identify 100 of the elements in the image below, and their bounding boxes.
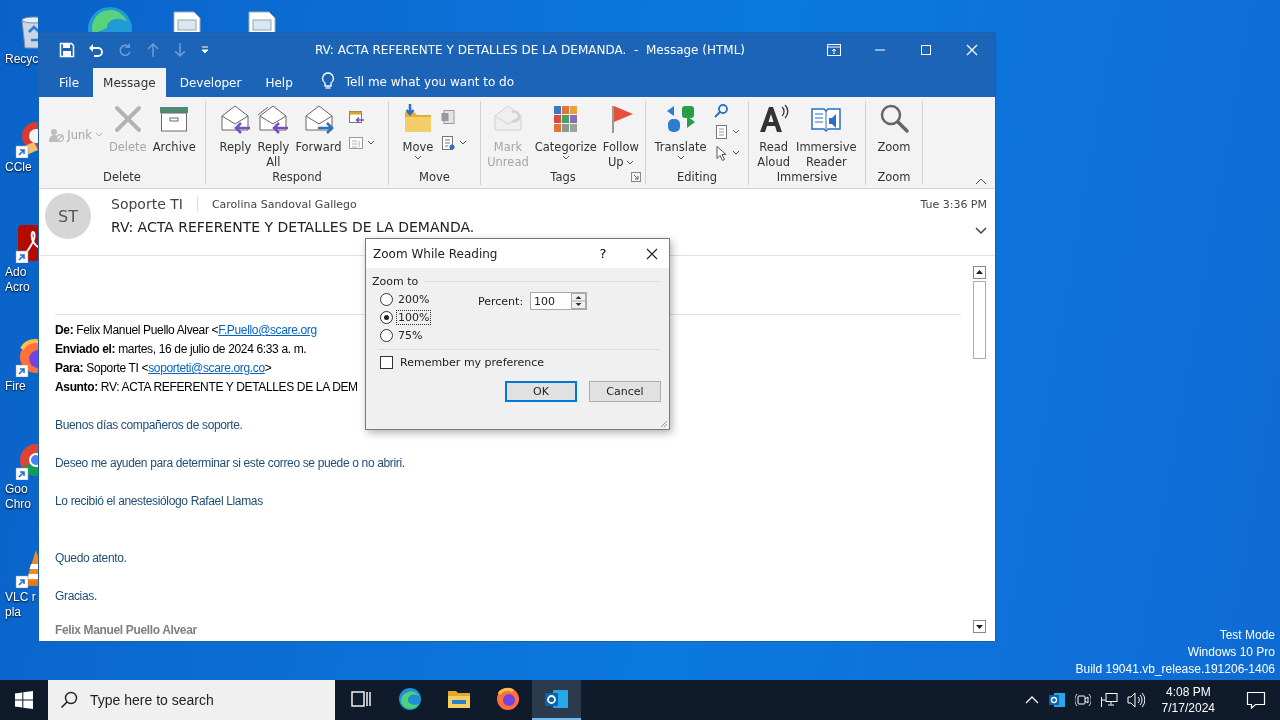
body-paragraph: Gracias.: [55, 588, 97, 605]
chevron-up-icon[interactable]: [1024, 695, 1039, 705]
ribbon-tab[interactable]: Message: [93, 68, 166, 97]
pdf-app-icon[interactable]: [14, 223, 38, 263]
group-label: Respond: [272, 170, 322, 184]
desktop-icon-label: Fire: [4, 379, 27, 394]
caret-icon: [625, 159, 634, 166]
cancel-button[interactable]: Cancel: [589, 381, 661, 402]
scroll-up-icon[interactable]: [973, 266, 986, 279]
body-paragraph: Buenos días compañeros de soporte.: [55, 417, 243, 434]
people-icon: [48, 127, 65, 143]
mail-app-button[interactable]: [532, 680, 581, 720]
ribbon-button[interactable]: Immersive Reader: [794, 101, 859, 170]
caret-icon: [414, 155, 422, 161]
option-label: 75%: [397, 328, 424, 343]
avatar: ST: [45, 193, 91, 239]
ribbon-button[interactable]: Categorize: [532, 101, 599, 161]
ribbon-display-icon: [827, 43, 841, 56]
window-list-icon: [347, 135, 364, 151]
email-link[interactable]: F.Puello@scare.org: [218, 323, 317, 337]
folder-arrow-icon: [402, 103, 434, 135]
ribbon-button[interactable]: Archive: [150, 101, 198, 155]
ribbon-button[interactable]: Translate: [652, 101, 709, 161]
search-icon: [712, 103, 729, 119]
spinner-arrows-icon[interactable]: [571, 293, 586, 309]
desktop-icon-label: Ado Acro: [4, 265, 31, 295]
scrollbar-thumb[interactable]: [973, 281, 986, 359]
ribbon-button[interactable]: Forward: [293, 101, 344, 155]
folder-icon: [446, 688, 471, 710]
ribbon-button[interactable]: Move: [400, 101, 436, 161]
window-title: RV: ACTA REFERENTE Y DETALLES DE LA DEMANDA. - Message (HTML): [314, 42, 746, 57]
volume-icon[interactable]: [1126, 692, 1145, 708]
caret-icon: [731, 129, 740, 135]
checkbox[interactable]: [380, 356, 393, 369]
search-box[interactable]: Type here to search: [48, 680, 335, 720]
ribbon-button[interactable]: Zoom: [875, 101, 913, 155]
group-label: Zoom to: [372, 274, 419, 288]
body-paragraph: Quedo atento.: [55, 550, 127, 567]
ribbon-button[interactable]: Follow Up: [600, 101, 641, 170]
percent-label: Percent:: [478, 295, 525, 308]
dialog-title: Zoom While Reading: [373, 246, 499, 261]
ok-button[interactable]: OK: [505, 381, 577, 402]
header-line: Asunto: RV: ACTA REFERENTE Y DETALLES DE LA DEM: [55, 379, 358, 396]
expand-icon[interactable]: [975, 227, 987, 235]
ribbon-button[interactable]: Reply: [217, 101, 254, 155]
tell-me-search[interactable]: Tell me what you want to do: [344, 68, 515, 97]
body-paragraph: Lo recibió el anestesiólogo Rafael Llamas: [55, 493, 263, 510]
calendar-icon: [347, 109, 364, 125]
scroll-down-icon[interactable]: [973, 620, 986, 633]
message-subject: RV: ACTA REFERENTE Y DETALLES DE LA DEMANDA.: [111, 219, 475, 235]
clock-date[interactable]: 7/17/2024: [1161, 700, 1215, 716]
network-icon[interactable]: [1099, 692, 1118, 708]
notification-icon[interactable]: [1246, 691, 1266, 709]
document-icon: [440, 135, 456, 151]
file-icon[interactable]: [245, 8, 279, 32]
option-label: 100%: [396, 310, 432, 325]
group-label: Move: [419, 170, 450, 184]
help-button[interactable]: ?: [591, 245, 615, 262]
reply-icon: [219, 103, 252, 135]
desktop-icon-label: Recyc: [4, 52, 40, 67]
resize-grip-icon[interactable]: [659, 419, 668, 428]
letter-speaker-icon: [757, 103, 790, 135]
email-link[interactable]: soporteti@scare.org.co: [148, 361, 265, 375]
radio-button[interactable]: [380, 311, 393, 324]
radio-button[interactable]: [380, 329, 393, 342]
browser-icon: [397, 687, 422, 711]
ribbon-tab[interactable]: File: [49, 68, 90, 97]
windows-logo-icon: [15, 691, 33, 709]
caret-icon: [366, 140, 375, 146]
received-time: Tue 3:36 PM: [920, 197, 987, 211]
close-icon: [646, 247, 658, 260]
reply-all-icon: [257, 103, 290, 135]
group-label: Zoom: [877, 170, 911, 184]
maximize-icon: [920, 43, 932, 56]
system-info-text: Test Mode: [1219, 627, 1275, 644]
video-camera-icon[interactable]: [1074, 692, 1091, 708]
ribbon-tab[interactable]: Help: [255, 68, 303, 97]
system-info-text: Build 19041.vb_release.191206-1406: [1075, 661, 1275, 678]
save-icon[interactable]: [59, 41, 75, 58]
ribbon-button[interactable]: Reply All: [255, 101, 292, 170]
ribbon-button[interactable]: Read Aloud: [755, 101, 792, 170]
signature-name: Felix Manuel Puello Alvear: [55, 622, 197, 639]
magnifier-icon: [878, 103, 910, 135]
file-icon[interactable]: [170, 8, 204, 32]
caret-icon: [731, 150, 740, 156]
group-label: Tags: [550, 170, 576, 184]
percent-field[interactable]: 100: [530, 292, 587, 310]
checkbox-label: Remember my preference: [400, 356, 545, 369]
ribbon-tab[interactable]: Developer: [169, 68, 252, 97]
task-view-icon: [349, 689, 372, 709]
mail-app-icon: [543, 687, 570, 711]
collapse-ribbon-icon[interactable]: [975, 177, 987, 185]
header-line: Enviado el: martes, 16 de julio de 2024 6:33 a. m.: [55, 341, 307, 358]
desktop-icon-label: Goo Chro: [4, 482, 32, 512]
close-icon: [966, 43, 978, 56]
clock-time[interactable]: 4:08 PM: [1165, 684, 1211, 700]
mail-app-icon[interactable]: [1047, 692, 1066, 708]
radio-button[interactable]: [380, 293, 393, 306]
group-label: Immersive: [776, 170, 838, 184]
dialog-launcher-icon[interactable]: [631, 172, 641, 182]
